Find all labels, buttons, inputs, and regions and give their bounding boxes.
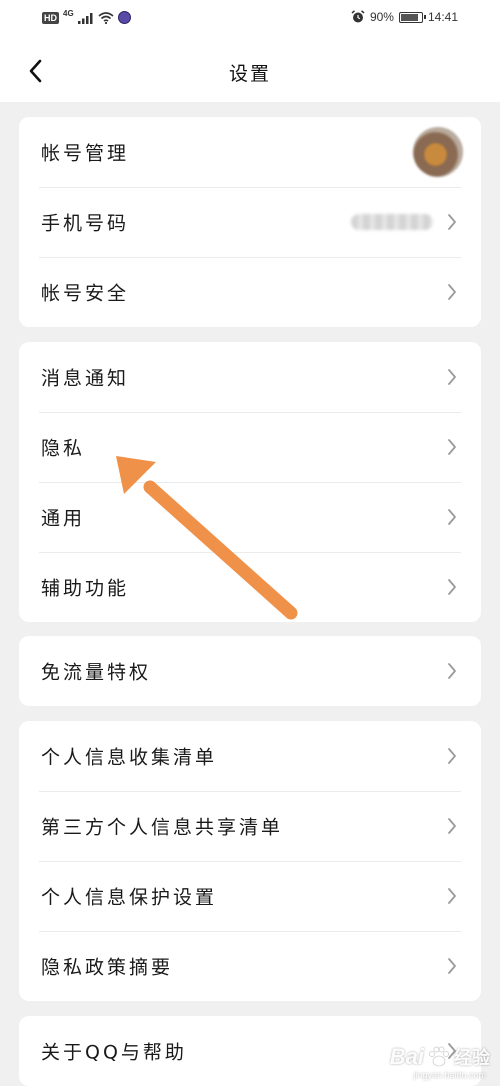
settings-row-personal-info-protection[interactable]: 个人信息保护设置 [19,861,481,931]
chevron-right-icon [448,663,456,679]
alarm-icon [351,10,365,23]
watermark-brand: Bai [389,1044,424,1069]
wifi-icon [98,11,114,24]
paw-logo-icon [429,1046,449,1067]
avatar[interactable] [413,127,463,177]
settings-row-label: 通用 [41,507,86,530]
settings-row-label: 关于QQ与帮助 [41,1041,187,1064]
settings-group-personal-info: 个人信息收集清单 第三方个人信息共享清单 个人信息保护设置 隐私政策摘要 [19,721,481,1001]
settings-row-accessibility[interactable]: 辅助功能 [19,552,481,622]
settings-row-third-party-sharing-list[interactable]: 第三方个人信息共享清单 [19,791,481,861]
settings-row-account-management[interactable]: 帐号管理 [19,117,481,187]
chevron-right-icon [448,369,456,385]
settings-row-phone-number[interactable]: 手机号码 [19,187,481,257]
settings-row-personal-info-collection-list[interactable]: 个人信息收集清单 [19,721,481,791]
app-notification-icon [117,11,131,24]
settings-row-label: 隐私政策摘要 [41,956,174,979]
settings-row-label: 隐私 [41,437,86,460]
settings-group-account: 帐号管理 手机号码 帐号安全 [19,117,481,327]
watermark: Bai 经验 [390,1044,490,1070]
watermark-suffix: 经验 [454,1048,490,1068]
status-bar-left: HD 4G [42,9,131,24]
settings-row-label: 个人信息收集清单 [41,746,218,769]
battery-icon [398,11,426,23]
settings-row-general[interactable]: 通用 [19,482,481,552]
chevron-right-icon [448,888,456,904]
settings-group-data-free: 免流量特权 [19,636,481,706]
settings-row-label: 消息通知 [41,367,130,390]
nav-bar: 设置 [0,40,500,102]
watermark-url: jingyan.baidu.com [413,1070,486,1080]
hd-badge: HD [42,11,59,24]
settings-row-account-security[interactable]: 帐号安全 [19,257,481,327]
clock: 14:41 [427,10,458,24]
settings-row-privacy-policy-summary[interactable]: 隐私政策摘要 [19,931,481,1001]
settings-row-privacy[interactable]: 隐私 [19,412,481,482]
chevron-right-icon [448,818,456,834]
status-bar-right: 90% 14:41 [351,10,458,24]
settings-row-label: 免流量特权 [41,661,152,684]
page-title: 设置 [228,63,271,85]
chevron-right-icon [448,284,456,300]
settings-row-label: 帐号管理 [41,142,130,165]
settings-row-label: 个人信息保护设置 [41,886,218,909]
settings-row-label: 帐号安全 [41,282,130,305]
settings-row-data-free-privilege[interactable]: 免流量特权 [19,636,481,706]
chevron-right-icon [448,509,456,525]
settings-row-label: 辅助功能 [41,577,130,600]
settings-row-label: 手机号码 [41,212,130,235]
chevron-right-icon [448,748,456,764]
settings-row-message-notifications[interactable]: 消息通知 [19,342,481,412]
masked-phone-number [351,214,433,230]
chevron-right-icon [448,579,456,595]
battery-fill [400,13,419,21]
chevron-right-icon [448,214,456,230]
network-type: 4G [63,9,74,18]
signal-icon [77,12,93,24]
battery-percent: 90% [369,10,394,24]
chevron-right-icon [448,439,456,455]
status-bar: HD 4G 90% 14:41 [0,0,500,40]
settings-row-label: 第三方个人信息共享清单 [41,816,284,839]
chevron-right-icon [448,958,456,974]
settings-group-general: 消息通知 隐私 通用 辅助功能 [19,342,481,622]
